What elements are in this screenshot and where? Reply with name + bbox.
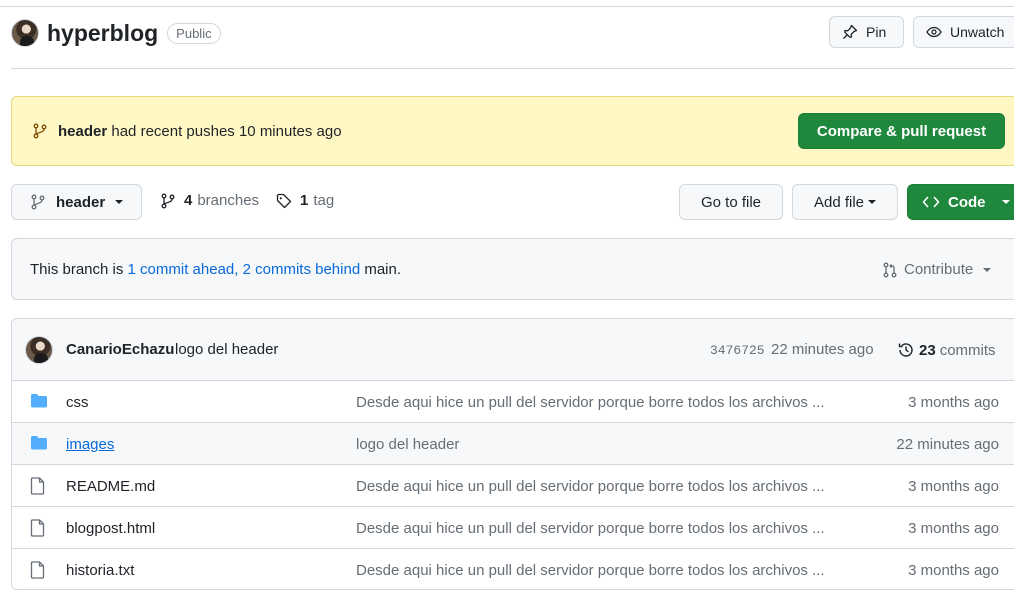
file-row[interactable]: README.md Desde aqui hice un pull del se…	[12, 465, 1014, 507]
file-row[interactable]: images logo del header 22 minutes ago	[12, 423, 1014, 465]
file-commit-time: 3 months ago	[908, 520, 999, 537]
file-icon	[30, 519, 45, 537]
compare-pull-request-button[interactable]: Compare & pull request	[798, 113, 1005, 149]
file-icon	[30, 477, 45, 495]
commit-time: 22 minutes ago	[771, 341, 874, 358]
owner-avatar[interactable]	[11, 19, 39, 47]
branch-icon	[31, 194, 45, 210]
visibility-badge: Public	[167, 22, 221, 44]
file-icon	[30, 561, 45, 579]
branch-compare-box: This branch is 1 commit ahead, 2 commits…	[11, 238, 1014, 300]
branch-icon	[161, 193, 175, 208]
pin-icon	[843, 24, 858, 39]
branches-link[interactable]: 4 branches	[160, 192, 259, 209]
chevron-down-icon	[115, 200, 124, 204]
unwatch-label: Unwatch	[950, 24, 1005, 40]
add-file-button[interactable]: Add file	[792, 184, 898, 220]
file-name[interactable]: historia.txt	[66, 562, 134, 579]
commit-author[interactable]: CanarioEchazu	[66, 341, 174, 358]
add-file-label: Add file	[813, 193, 865, 211]
top-divider	[0, 6, 1014, 7]
code-icon	[922, 196, 940, 208]
tags-link[interactable]: 1 tag	[276, 192, 334, 209]
repo-header: hyperblog Public	[11, 16, 221, 50]
folder-icon	[31, 394, 47, 408]
file-commit-message[interactable]: logo del header	[356, 436, 459, 453]
tag-icon	[276, 193, 292, 208]
chevron-down-icon	[868, 200, 877, 204]
push-message: had recent pushes 10 minutes ago	[111, 122, 342, 140]
file-row[interactable]: css Desde aqui hice un pull del servidor…	[12, 381, 1014, 423]
commits-history-link[interactable]: 23 commits	[897, 341, 996, 359]
commit-sha[interactable]: 3476725	[710, 343, 765, 358]
file-commit-time: 22 minutes ago	[896, 436, 999, 453]
file-commit-time: 3 months ago	[908, 478, 999, 495]
file-name[interactable]: README.md	[66, 478, 155, 495]
branch-selector[interactable]: header	[11, 184, 142, 220]
code-label: Code	[948, 193, 986, 211]
pin-label: Pin	[866, 24, 887, 40]
contribute-label: Contribute	[904, 261, 974, 278]
chevron-down-icon	[983, 267, 992, 272]
go-to-file-button[interactable]: Go to file	[679, 184, 783, 220]
contribute-button[interactable]: Contribute	[882, 261, 992, 278]
file-row[interactable]: historia.txt Desde aqui hice un pull del…	[12, 549, 1014, 589]
header-divider	[11, 68, 1014, 69]
pin-button[interactable]: Pin	[829, 16, 904, 48]
file-commit-time: 3 months ago	[908, 394, 999, 411]
file-name[interactable]: images	[66, 436, 114, 453]
repo-name[interactable]: hyperblog	[47, 20, 158, 47]
unwatch-button[interactable]: Unwatch	[913, 16, 1014, 48]
file-name[interactable]: blogpost.html	[66, 520, 155, 537]
eye-icon	[926, 26, 942, 38]
compare-suffix: main.	[364, 261, 402, 278]
folder-icon	[31, 436, 47, 450]
pull-request-icon	[883, 262, 897, 277]
file-row[interactable]: blogpost.html Desde aqui hice un pull de…	[12, 507, 1014, 549]
commits-label: commits	[939, 341, 996, 359]
code-button[interactable]: Code	[907, 184, 1014, 220]
commit-message[interactable]: logo del header	[175, 341, 278, 358]
commits-behind-link[interactable]: 2 commits behind	[243, 261, 361, 278]
history-icon	[898, 343, 913, 357]
file-commit-message[interactable]: Desde aqui hice un pull del servidor por…	[356, 520, 825, 537]
commits-ahead-link[interactable]: 1 commit ahead,	[128, 261, 239, 278]
file-commit-message[interactable]: Desde aqui hice un pull del servidor por…	[356, 562, 825, 579]
current-branch-label: header	[56, 193, 106, 211]
file-commit-time: 3 months ago	[908, 562, 999, 579]
tags-label: tag	[313, 192, 335, 209]
push-text: header had recent pushes 10 minutes ago	[58, 123, 342, 140]
file-name[interactable]: css	[66, 394, 89, 411]
branches-count: 4	[184, 192, 193, 209]
compare-prefix: This branch is	[30, 261, 124, 278]
commit-author-avatar[interactable]	[25, 336, 53, 364]
file-table: CanarioEchazu logo del header 3476725 22…	[11, 318, 1014, 590]
latest-commit-row: CanarioEchazu logo del header 3476725 22…	[12, 319, 1014, 381]
file-commit-message[interactable]: Desde aqui hice un pull del servidor por…	[356, 478, 825, 495]
recent-push-banner: header had recent pushes 10 minutes ago …	[11, 96, 1014, 166]
chevron-down-icon	[1001, 200, 1010, 204]
compare-text: This branch is 1 commit ahead, 2 commits…	[30, 261, 401, 278]
file-commit-message[interactable]: Desde aqui hice un pull del servidor por…	[356, 394, 825, 411]
tags-count: 1	[300, 192, 309, 209]
branches-label: branches	[197, 192, 260, 209]
branch-icon	[33, 123, 47, 139]
push-branch[interactable]: header	[58, 123, 107, 140]
commits-count: 23	[919, 341, 936, 359]
